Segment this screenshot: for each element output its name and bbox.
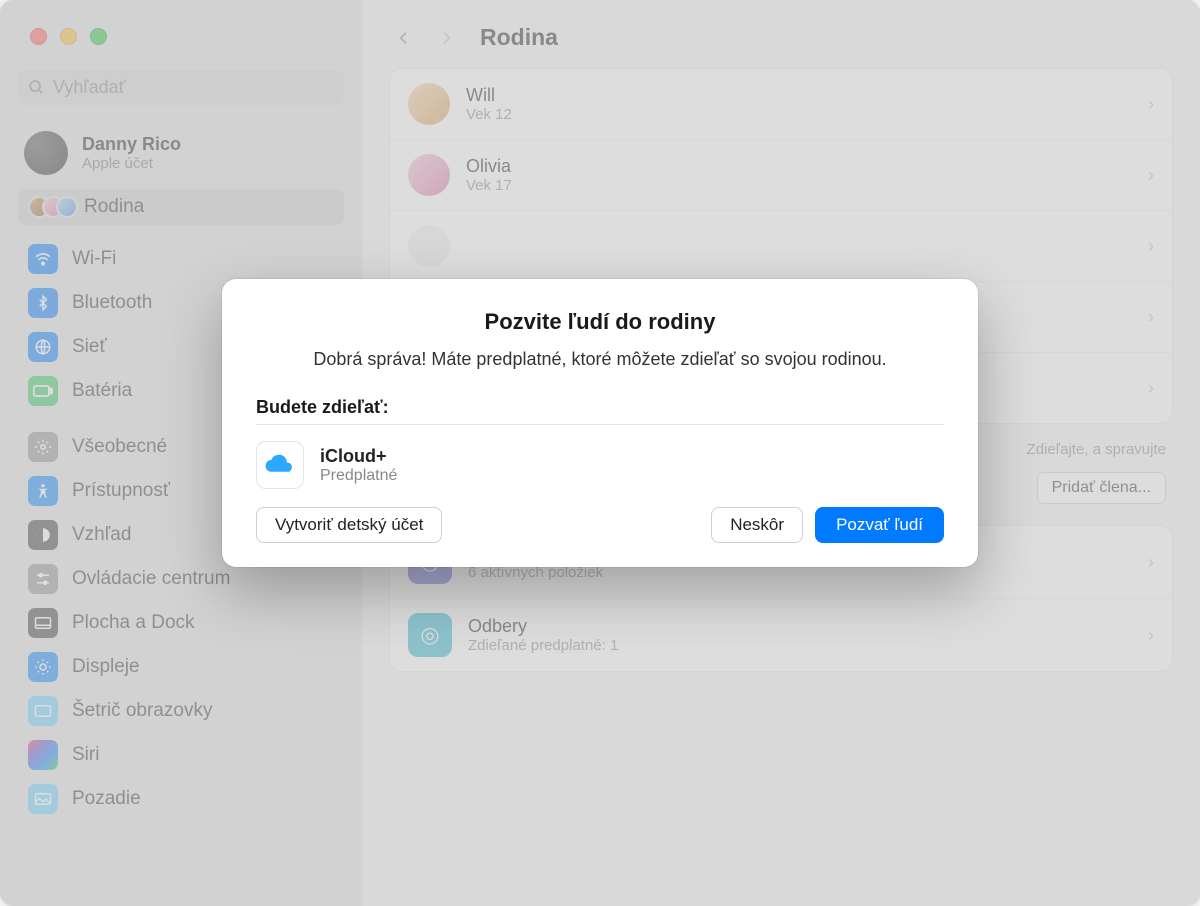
modal-actions: Vytvoriť detský účet Neskôr Pozvať ľudí [256, 507, 944, 543]
later-button[interactable]: Neskôr [711, 507, 803, 543]
invite-people-button[interactable]: Pozvať ľudí [815, 507, 944, 543]
share-item-row: iCloud+ Predplatné [256, 437, 944, 507]
share-item-sub: Predplatné [320, 467, 397, 485]
modal-share-heading: Budete zdieľať: [256, 397, 944, 418]
share-item-name: iCloud+ [320, 446, 397, 467]
modal-message: Dobrá správa! Máte predplatné, ktoré môž… [256, 347, 944, 371]
modal-title: Pozvite ľudí do rodiny [256, 309, 944, 335]
divider [256, 424, 944, 425]
create-child-account-button[interactable]: Vytvoriť detský účet [256, 507, 442, 543]
settings-window: Vyhľadať Danny Rico Apple účet Rodina Wi… [0, 0, 1200, 906]
icloud-icon [256, 441, 304, 489]
invite-family-modal: Pozvite ľudí do rodiny Dobrá správa! Mát… [222, 279, 978, 567]
